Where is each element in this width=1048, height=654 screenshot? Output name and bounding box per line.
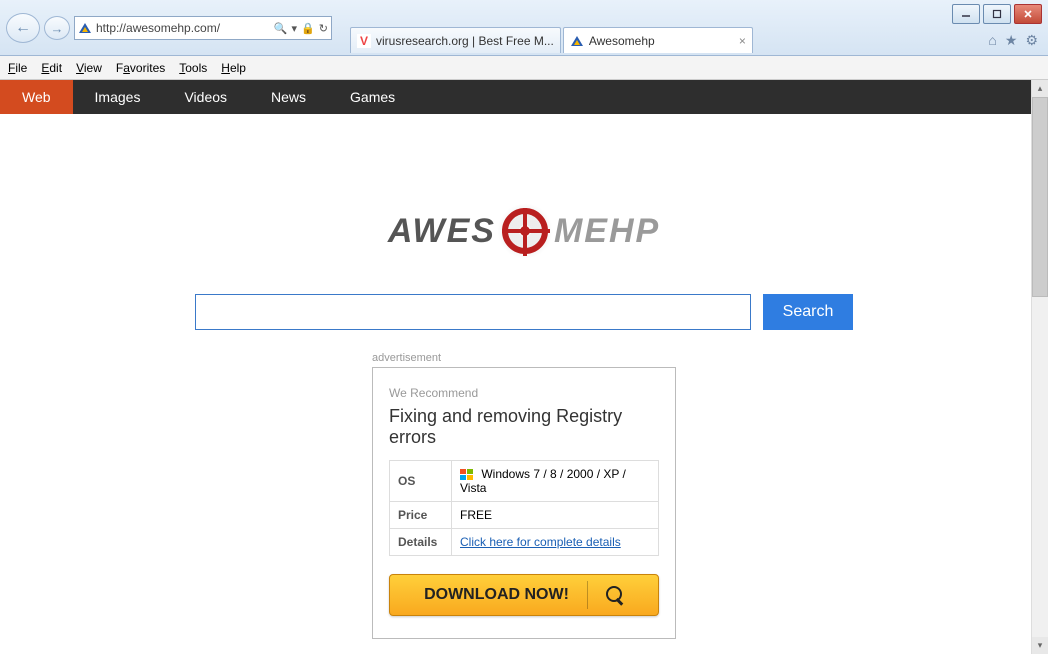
search-button[interactable]: Search — [763, 294, 853, 330]
tab-awesomehp[interactable]: Awesomehp × — [563, 27, 753, 53]
settings-icon[interactable]: ⚙ — [1025, 32, 1038, 49]
scroll-thumb[interactable] — [1032, 97, 1048, 297]
logo-target-icon — [496, 204, 554, 258]
maximize-button[interactable] — [983, 4, 1011, 24]
browser-tabs: V virusresearch.org | Best Free M... Awe… — [350, 27, 753, 53]
address-tools: 🔍 ▾ 🔒 ↻ — [274, 22, 328, 35]
tab-title: Awesomehp — [589, 34, 734, 48]
minimize-button[interactable] — [952, 4, 980, 24]
menu-view[interactable]: View — [76, 61, 102, 75]
category-bar: Web Images Videos News Games — [0, 80, 1048, 114]
page-viewport: Web Images Videos News Games AWES MEHP S… — [0, 80, 1048, 654]
menu-file[interactable]: File — [8, 61, 27, 75]
table-row: Price FREE — [390, 502, 659, 529]
site-logo: AWES MEHP — [388, 204, 660, 258]
logo-text-left: AWES — [388, 212, 496, 251]
menu-edit[interactable]: Edit — [41, 61, 62, 75]
favorites-icon[interactable]: ★ — [1005, 32, 1018, 49]
download-button[interactable]: DOWNLOAD NOW! — [389, 574, 659, 616]
menu-tools[interactable]: Tools — [179, 61, 207, 75]
menu-help[interactable]: Help — [221, 61, 246, 75]
windows-flag-icon — [460, 469, 474, 481]
scroll-up-button[interactable]: ▴ — [1032, 80, 1048, 97]
ad-label: advertisement — [372, 352, 676, 364]
refresh-icon[interactable]: ↻ — [319, 22, 328, 35]
tab-close-icon[interactable]: × — [739, 34, 746, 48]
menu-bar: File Edit View Favorites Tools Help — [0, 56, 1048, 80]
ad-title: Fixing and removing Registry errors — [389, 406, 659, 448]
close-button[interactable] — [1014, 4, 1042, 24]
site-favicon-icon — [78, 21, 92, 35]
category-games[interactable]: Games — [328, 80, 417, 114]
os-value: Windows 7 / 8 / 2000 / XP / Vista — [452, 461, 659, 502]
search-dropdown-icon[interactable]: 🔍 — [274, 22, 288, 35]
tab-favicon-icon — [570, 34, 584, 48]
main-content: AWES MEHP Search advertisement We Recomm… — [0, 114, 1048, 639]
category-news[interactable]: News — [249, 80, 328, 114]
tab-title: virusresearch.org | Best Free M... — [376, 34, 554, 48]
ad-box: We Recommend Fixing and removing Registr… — [372, 367, 676, 639]
scroll-down-button[interactable]: ▾ — [1032, 637, 1048, 654]
window-titlebar: ← → http://awesomehp.com/ 🔍 ▾ 🔒 ↻ V viru… — [0, 0, 1048, 56]
cert-icon[interactable]: 🔒 — [301, 22, 315, 35]
category-videos[interactable]: Videos — [162, 80, 249, 114]
window-controls — [952, 4, 1042, 24]
search-input[interactable] — [195, 294, 751, 330]
table-row: Details Click here for complete details — [390, 529, 659, 556]
logo-text-right: MEHP — [554, 212, 660, 251]
magnifier-icon — [606, 586, 624, 604]
tab-favicon-icon: V — [357, 34, 371, 48]
price-value: FREE — [452, 502, 659, 529]
forward-button[interactable]: → — [44, 16, 70, 40]
chrome-toolbar-icons: ⌂ ★ ⚙ — [988, 32, 1038, 49]
os-label: OS — [390, 461, 452, 502]
menu-favorites[interactable]: Favorites — [116, 61, 165, 75]
button-divider — [587, 581, 588, 609]
table-row: OS Windows 7 / 8 / 2000 / XP / Vista — [390, 461, 659, 502]
category-web[interactable]: Web — [0, 80, 73, 114]
category-images[interactable]: Images — [73, 80, 163, 114]
address-bar[interactable]: http://awesomehp.com/ 🔍 ▾ 🔒 ↻ — [74, 16, 332, 40]
tab-virusresearch[interactable]: V virusresearch.org | Best Free M... — [350, 27, 561, 53]
back-button[interactable]: ← — [6, 13, 40, 43]
vertical-scrollbar[interactable]: ▴ ▾ — [1031, 80, 1048, 654]
ad-details-table: OS Windows 7 / 8 / 2000 / XP / Vista Pri… — [389, 460, 659, 556]
details-label: Details — [390, 529, 452, 556]
home-icon[interactable]: ⌂ — [988, 32, 996, 49]
price-label: Price — [390, 502, 452, 529]
dropdown-icon[interactable]: ▾ — [292, 22, 298, 35]
details-link[interactable]: Click here for complete details — [460, 535, 621, 549]
download-button-label: DOWNLOAD NOW! — [424, 586, 569, 604]
search-row: Search — [194, 294, 854, 330]
address-url: http://awesomehp.com/ — [96, 21, 270, 35]
ad-recommend-text: We Recommend — [389, 386, 659, 400]
